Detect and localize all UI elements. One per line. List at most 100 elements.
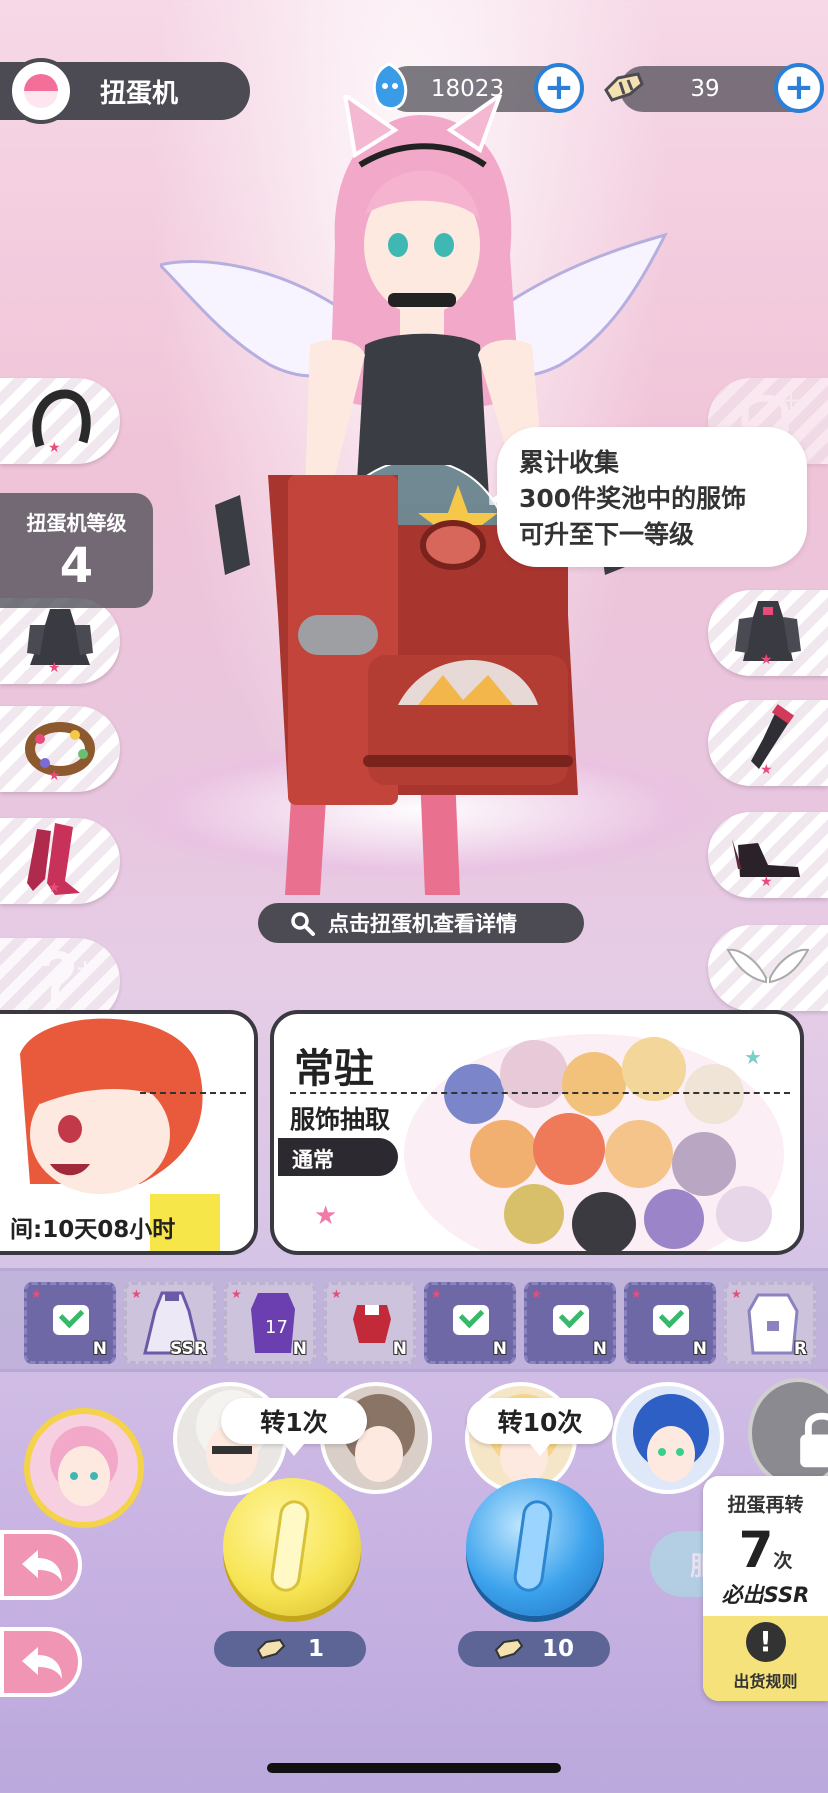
- banner-type-tag: 通常: [278, 1138, 398, 1176]
- rarity-star-icon: ★: [48, 880, 61, 896]
- owned-check-icon: [453, 1305, 489, 1335]
- slot-stockings[interactable]: ★: [0, 818, 120, 904]
- rarity-star-icon: ★: [760, 652, 773, 668]
- slot-headband[interactable]: ★: [0, 378, 120, 464]
- limited-banner-card[interactable]: 间:10天08小时: [0, 1010, 258, 1255]
- rarity-star-icon: ★: [631, 1287, 642, 1301]
- banner-subtitle: 服饰抽取: [290, 1105, 391, 1134]
- slot-shoes[interactable]: ★: [708, 812, 828, 898]
- svg-text:★: ★: [314, 1201, 337, 1231]
- prize-item[interactable]: ★ N: [624, 1282, 716, 1364]
- pity-count: 7: [738, 1521, 774, 1579]
- banner-remaining-time: 间:10天08小时: [10, 1217, 176, 1243]
- spin-ten-label: 转10次: [467, 1398, 613, 1456]
- spin-once-cost: 1: [214, 1631, 366, 1667]
- drop-rules-label: 出货规则: [733, 1672, 798, 1691]
- level-up-tip-bubble: 累计收集 300件奖池中的服饰 可升至下一等级: [491, 427, 807, 567]
- character-avatar[interactable]: [612, 1382, 724, 1494]
- prize-item[interactable]: ★ N: [424, 1282, 516, 1364]
- gacha-level-label: 扭蛋机等级: [26, 511, 127, 535]
- blue-hair-girl-portrait: [633, 1394, 709, 1482]
- slot-wreath[interactable]: ★: [0, 706, 120, 792]
- prize-item[interactable]: ★ SSR: [124, 1282, 216, 1364]
- slot-wings[interactable]: [708, 925, 828, 1011]
- spin-ten-cost-value: 10: [541, 1636, 574, 1662]
- slot-glove[interactable]: ★: [708, 700, 828, 786]
- rarity-star-icon: ★: [31, 1287, 42, 1301]
- prize-rarity: SSR: [170, 1339, 207, 1359]
- banner-title: 常驻: [294, 1046, 374, 1092]
- home-indicator: [267, 1763, 561, 1773]
- back-arrow-icon: [22, 1550, 62, 1582]
- gacha-capsule-icon: [8, 58, 74, 124]
- spin-once-label-text: 转1次: [260, 1408, 328, 1437]
- prize-rarity: N: [592, 1339, 607, 1359]
- prize-rarity: N: [492, 1339, 507, 1359]
- svg-text:+: +: [781, 386, 801, 414]
- spin-ten-label-text: 转10次: [497, 1408, 583, 1437]
- gacha-level-value: 4: [59, 538, 94, 594]
- rarity-star-icon: ★: [48, 660, 61, 676]
- coin-slot-icon: [268, 1498, 312, 1594]
- prize-item[interactable]: ★ N: [24, 1282, 116, 1364]
- prize-pool-strip[interactable]: ★ N ★ SSR ★ 17 N ★ N ★ N ★ N ★ N ★ R: [0, 1268, 828, 1372]
- svg-text:+: +: [75, 954, 95, 982]
- rarity-star-icon: ★: [331, 1287, 342, 1301]
- banner-divider: [290, 1092, 790, 1094]
- prize-item[interactable]: ★ N: [524, 1282, 616, 1364]
- rarity-star-icon: ★: [48, 440, 61, 456]
- pity-unit: 次: [773, 1550, 793, 1572]
- svg-text:17: 17: [265, 1317, 288, 1338]
- search-icon: [291, 912, 315, 936]
- prize-item[interactable]: ★ N: [324, 1282, 416, 1364]
- spin-once-button[interactable]: [223, 1478, 361, 1616]
- prize-item[interactable]: ★ 17 N: [224, 1282, 316, 1364]
- lock-icon: [800, 1412, 828, 1468]
- tip-line-1: 累计收集: [519, 448, 620, 477]
- pity-line-1: 扭蛋再转: [727, 1494, 804, 1516]
- add-ticket-button[interactable]: +: [774, 63, 824, 113]
- rarity-star-icon: ★: [431, 1287, 442, 1301]
- prize-rarity: N: [92, 1339, 107, 1359]
- spin-ten-button[interactable]: [466, 1478, 604, 1616]
- drop-rules-button[interactable]: ! 出货规则: [703, 1616, 828, 1701]
- character-avatar-selected[interactable]: [24, 1408, 144, 1528]
- spin-once-label: 转1次: [221, 1398, 367, 1456]
- pity-panel: 扭蛋再转 7次 必出SSR ! 出货规则: [703, 1476, 828, 1701]
- rarity-star-icon: ★: [760, 874, 773, 890]
- rarity-star-icon: ★: [231, 1287, 242, 1301]
- view-details-label: 点击扭蛋机查看详情: [328, 912, 517, 936]
- prize-item[interactable]: ★ R: [724, 1282, 816, 1364]
- gacha-level-panel: 扭蛋机等级 4: [0, 493, 153, 608]
- tip-line-2: 300件奖池中的服饰: [519, 484, 747, 513]
- coin-slot-icon: [511, 1498, 555, 1594]
- prize-rarity: N: [392, 1339, 407, 1359]
- view-machine-details-button[interactable]: 点击扭蛋机查看详情: [258, 903, 584, 943]
- empty-slot-hook-icon: +: [41, 950, 95, 1008]
- tip-line-3: 可升至下一等级: [519, 520, 695, 549]
- pink-girl-portrait: [50, 1426, 118, 1506]
- owned-check-icon: [53, 1305, 89, 1335]
- exclamation-icon: !: [745, 1622, 786, 1662]
- prize-rarity: N: [692, 1339, 707, 1359]
- standard-banner-card[interactable]: ★ ★ 常驻 服饰抽取 通常: [270, 1010, 804, 1255]
- owned-check-icon: [553, 1305, 589, 1335]
- fish-ticket-icon: [256, 1638, 286, 1660]
- slot-jacket[interactable]: ★: [708, 590, 828, 676]
- red-top-icon: [353, 1305, 391, 1343]
- prize-rarity: R: [793, 1339, 807, 1359]
- pity-line-2: 必出SSR: [721, 1583, 810, 1607]
- rarity-star-icon: ★: [531, 1287, 542, 1301]
- slot-dress[interactable]: ★: [0, 598, 120, 684]
- back-arrow-icon: [22, 1647, 62, 1679]
- locked-character-avatar[interactable]: [748, 1378, 828, 1488]
- back-button[interactable]: [0, 1530, 82, 1600]
- return-button[interactable]: [0, 1627, 82, 1697]
- prize-rarity: N: [292, 1339, 307, 1359]
- rarity-star-icon: ★: [731, 1287, 742, 1301]
- svg-text:★: ★: [744, 1045, 762, 1069]
- spin-ten-cost: 10: [458, 1631, 610, 1667]
- wings-icon: [726, 948, 810, 984]
- rarity-star-icon: ★: [760, 762, 773, 778]
- rarity-star-icon: ★: [48, 768, 61, 784]
